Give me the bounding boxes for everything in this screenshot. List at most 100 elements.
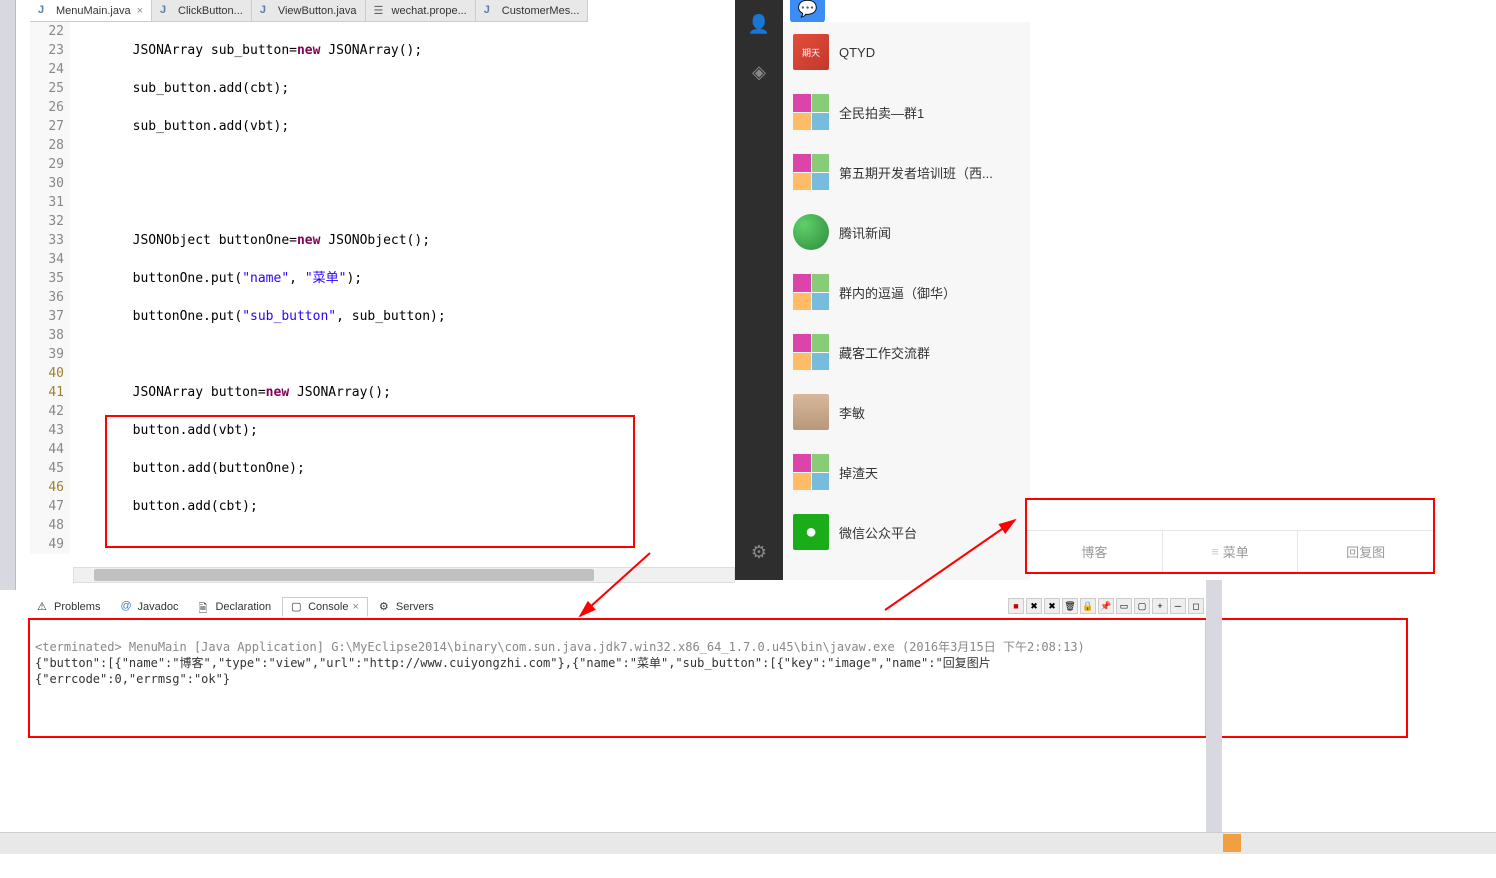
pin-console-button[interactable]: 📌: [1098, 598, 1114, 614]
scroll-lock-button[interactable]: 🔒: [1080, 598, 1096, 614]
chat-list-item[interactable]: 期天 QTYD: [783, 22, 1030, 82]
line-number: 43: [30, 421, 64, 440]
tab-problems[interactable]: ⚠Problems: [28, 597, 109, 617]
chat-list-item[interactable]: 藏客工作交流群: [783, 322, 1030, 382]
avatar: ●: [793, 514, 829, 550]
servers-icon: ⚙: [379, 600, 393, 614]
open-console-button[interactable]: ▢: [1134, 598, 1150, 614]
java-file-icon: J: [160, 4, 174, 18]
maximize-button[interactable]: ◻: [1188, 598, 1204, 614]
left-gutter-strip: [0, 0, 16, 590]
tab-declaration[interactable]: 🗎Declaration: [189, 597, 280, 617]
line-number: 25: [30, 79, 64, 98]
chat-list-item[interactable]: 掉渣天: [783, 442, 1030, 502]
menu-tab-label: 博客: [1081, 542, 1107, 561]
new-console-button[interactable]: +: [1152, 598, 1168, 614]
line-number: 29: [30, 155, 64, 174]
avatar: [793, 214, 829, 250]
menu-tab-menu[interactable]: ≡ 菜单: [1163, 531, 1299, 572]
tab-clickbutton[interactable]: J ClickButton...: [152, 0, 252, 21]
notification-icon[interactable]: [1223, 834, 1241, 852]
contacts-icon[interactable]: 👤: [747, 12, 771, 36]
settings-icon[interactable]: ⚙: [747, 540, 771, 564]
line-number: 48: [30, 516, 64, 535]
line-number: 45: [30, 459, 64, 478]
line-number: 30: [30, 174, 64, 193]
display-button[interactable]: ▭: [1116, 598, 1132, 614]
console-header: <terminated> MenuMain [Java Application]…: [35, 640, 1085, 654]
avatar: 期天: [793, 34, 829, 70]
remove-launch-button[interactable]: ✖: [1026, 598, 1042, 614]
tab-javadoc[interactable]: @Javadoc: [111, 597, 187, 617]
line-number: 22: [30, 22, 64, 41]
console-output-line: {"errcode":0,"errmsg":"ok"}: [35, 672, 230, 686]
close-icon[interactable]: ×: [137, 5, 143, 17]
terminate-button[interactable]: ■: [1008, 598, 1024, 614]
chat-name: QTYD: [839, 45, 875, 60]
tab-label: ViewButton.java: [278, 5, 357, 17]
tab-menumain[interactable]: J MenuMain.java ×: [30, 0, 152, 21]
menu-tab-reply[interactable]: 回复图: [1298, 531, 1433, 572]
line-number: 35: [30, 269, 64, 288]
chat-name: 李敏: [839, 403, 865, 422]
line-number: 32: [30, 212, 64, 231]
chat-list-item[interactable]: 全民拍卖—群1: [783, 82, 1030, 142]
line-number: 46: [30, 478, 64, 497]
chat-badge-icon[interactable]: 💬: [790, 0, 825, 23]
line-number: 41: [30, 383, 64, 402]
editor-tabs: J MenuMain.java × J ClickButton... J Vie…: [30, 0, 588, 22]
line-number: 39: [30, 345, 64, 364]
menu-tab-label: 菜单: [1223, 542, 1249, 561]
horizontal-scrollbar[interactable]: [73, 567, 735, 583]
console-panel[interactable]: <terminated> MenuMain [Java Application]…: [28, 618, 1206, 738]
tab-console[interactable]: ▢Console×: [282, 597, 368, 617]
java-file-icon: J: [260, 4, 274, 18]
chat-list-item[interactable]: 腾讯新闻: [783, 202, 1030, 262]
console-icon: ▢: [291, 600, 305, 614]
wechat-menu-preview: 博客 ≡ 菜单 回复图: [1025, 498, 1435, 574]
line-number: 44: [30, 440, 64, 459]
avatar: [793, 334, 829, 370]
code-area[interactable]: JSONArray sub_button=new JSONArray(); su…: [70, 22, 735, 582]
tab-label: MenuMain.java: [56, 5, 131, 17]
java-file-icon: J: [484, 4, 498, 18]
properties-file-icon: ☰: [374, 4, 388, 18]
chat-name: 掉渣天: [839, 463, 878, 482]
chat-name: 第五期开发者培训班（西...: [839, 163, 993, 182]
favorites-icon[interactable]: ◈: [747, 60, 771, 84]
scrollbar-thumb[interactable]: [94, 569, 594, 581]
bottom-panel-tabs: ⚠Problems @Javadoc 🗎Declaration ▢Console…: [28, 596, 443, 618]
console-output-line: {"button":[{"name":"博客","type":"view","u…: [35, 656, 991, 670]
line-number: 49: [30, 535, 64, 554]
chat-name: 腾讯新闻: [839, 223, 891, 242]
chat-list-item[interactable]: 李敏: [783, 382, 1030, 442]
menu-tab-blog[interactable]: 博客: [1027, 531, 1163, 572]
code-editor[interactable]: 2223242526272829303132333435363738394041…: [30, 22, 735, 582]
clear-console-button[interactable]: 🗑: [1062, 598, 1078, 614]
line-number: 28: [30, 136, 64, 155]
chat-name: 全民拍卖—群1: [839, 103, 924, 122]
remove-all-button[interactable]: ✖: [1044, 598, 1060, 614]
avatar: [793, 154, 829, 190]
line-number: 23: [30, 41, 64, 60]
chat-list-item[interactable]: ●微信公众平台: [783, 502, 1030, 562]
tab-label: ClickButton...: [178, 5, 243, 17]
line-number: 37: [30, 307, 64, 326]
tab-customermes[interactable]: J CustomerMes...: [476, 0, 589, 21]
line-number: 47: [30, 497, 64, 516]
close-icon[interactable]: ×: [352, 601, 358, 613]
console-toolbar: ■ ✖ ✖ 🗑 🔒 📌 ▭ ▢ + ─ ◻: [1008, 598, 1204, 614]
tab-viewbutton[interactable]: J ViewButton.java: [252, 0, 366, 21]
tab-label: CustomerMes...: [502, 5, 580, 17]
wechat-sidebar: 👤 ◈ ⚙: [735, 0, 783, 580]
chat-list-item[interactable]: 群内的逗逼（御华）: [783, 262, 1030, 322]
minimize-button[interactable]: ─: [1170, 598, 1186, 614]
avatar: [793, 454, 829, 490]
tab-wechat-properties[interactable]: ☰ wechat.prope...: [366, 0, 476, 21]
declaration-icon: 🗎: [198, 600, 212, 614]
line-number: 42: [30, 402, 64, 421]
chat-list-item[interactable]: 第五期开发者培训班（西...: [783, 142, 1030, 202]
tab-servers[interactable]: ⚙Servers: [370, 597, 443, 617]
line-number: 27: [30, 117, 64, 136]
line-number: 40: [30, 364, 64, 383]
